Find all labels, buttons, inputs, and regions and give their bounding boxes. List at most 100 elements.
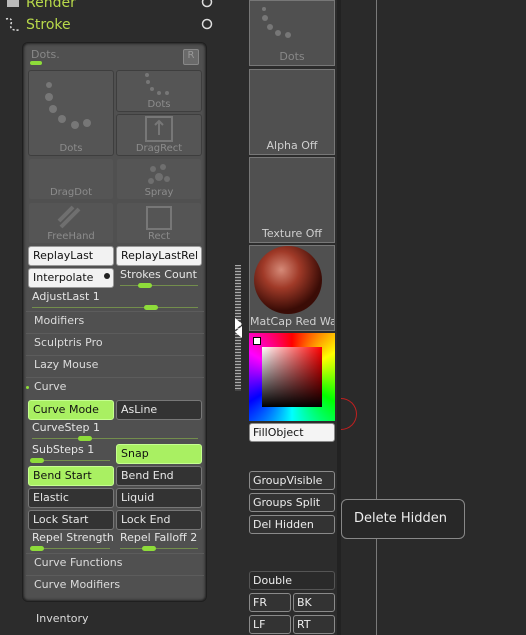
refresh-icon[interactable] (200, 17, 216, 33)
tile-caption: Alpha Off (266, 139, 318, 152)
bend-end-button[interactable]: Bend End (116, 466, 202, 486)
slider-knob[interactable] (78, 436, 92, 441)
tile-caption: FreeHand (47, 231, 95, 242)
del-hidden-button[interactable]: Del Hidden (249, 515, 335, 534)
sub-steps-label: SubSteps 1 (32, 443, 95, 456)
bk-button[interactable]: BK (293, 593, 335, 612)
r-button[interactable]: R (183, 49, 199, 65)
stroke-tile-dots[interactable]: Dots (28, 70, 114, 156)
active-dot-icon (26, 386, 29, 389)
stroke-tile-dots-small[interactable]: Dots (116, 70, 202, 112)
stroke-tile-rect[interactable]: Rect (116, 202, 202, 244)
curve-functions-subpalette[interactable]: Curve Functions (26, 553, 204, 573)
color-picker[interactable] (249, 333, 335, 421)
slider-track (32, 438, 198, 439)
curve-step-slider[interactable]: CurveStep 1 (28, 421, 202, 441)
slider-track (32, 307, 198, 308)
double-button[interactable]: Double (249, 571, 335, 590)
replay-last-rel-button[interactable]: ReplayLastRel (116, 246, 202, 266)
stroke-panel: Dots. R Dots Dots DragRect DragDot Spray… (22, 42, 207, 602)
stroke-label: Stroke (26, 17, 71, 33)
alpha-thumbnail[interactable]: Alpha Off (249, 69, 335, 155)
lazy-mouse-subpalette[interactable]: Lazy Mouse (26, 355, 204, 375)
strokes-count-label: Strokes Count (120, 268, 197, 281)
repel-strength-label: Repel Strength (32, 531, 114, 544)
tile-caption: Rect (147, 231, 171, 242)
saturation-square[interactable] (262, 347, 322, 407)
tile-caption: DragDot (49, 187, 93, 198)
rt-button[interactable]: RT (293, 615, 335, 634)
lf-button[interactable]: LF (249, 615, 291, 634)
slider-knob[interactable] (138, 283, 152, 288)
stroke-header[interactable]: Stroke (0, 14, 222, 36)
canvas-area[interactable] (341, 0, 526, 635)
interpolate-label: Interpolate (33, 271, 94, 284)
dragrect-icon (145, 116, 173, 142)
color-swatch-icon (253, 337, 261, 345)
curve-modifiers-subpalette[interactable]: Curve Modifiers (26, 575, 204, 595)
curve-label: Curve (34, 380, 67, 393)
material-thumbnail[interactable]: MatCap Red Wax (249, 245, 335, 331)
lock-end-button[interactable]: Lock End (116, 510, 202, 530)
replay-last-button[interactable]: ReplayLast (28, 246, 114, 266)
collapse-left-arrow-icon[interactable] (235, 326, 242, 338)
stroke-tile-freehand[interactable]: FreeHand (28, 202, 114, 244)
slider-knob[interactable] (30, 546, 44, 551)
fill-object-button[interactable]: FillObject (249, 423, 335, 442)
bend-start-button[interactable]: Bend Start (28, 466, 114, 486)
stroke-tile-dragrect[interactable]: DragRect (116, 114, 202, 156)
canvas-edge-line (376, 0, 377, 635)
render-icon (2, 0, 24, 13)
sculptris-pro-subpalette[interactable]: Sculptris Pro (26, 333, 204, 353)
slider-track (120, 548, 198, 549)
slider-knob[interactable] (144, 305, 158, 310)
sub-steps-slider[interactable]: SubSteps 1 (28, 443, 114, 463)
adjust-last-slider[interactable]: AdjustLast 1 (28, 290, 202, 310)
dots-title: Dots. (31, 48, 60, 61)
repel-falloff-label: Repel Falloff 2 (120, 531, 198, 544)
spray-icon (148, 164, 170, 184)
dots-slider-knob[interactable] (30, 61, 42, 65)
tile-caption: Dots (147, 99, 171, 110)
strokes-count-slider[interactable]: Strokes Count (116, 268, 202, 288)
dots-preview-icon (45, 82, 91, 129)
group-visible-button[interactable]: GroupVisible (249, 471, 335, 490)
elastic-button[interactable]: Elastic (28, 488, 114, 508)
as-line-button[interactable]: AsLine (116, 400, 202, 420)
tile-caption: MatCap Red Wax (250, 315, 334, 328)
stroke-tile-dragdot[interactable]: DragDot (28, 158, 114, 200)
interpolate-toggle[interactable]: Interpolate (28, 268, 114, 288)
refresh-icon[interactable] (200, 0, 216, 11)
stroke-icon (2, 15, 24, 35)
slider-knob[interactable] (142, 546, 156, 551)
tile-caption: Dots (279, 50, 305, 63)
toggle-dot-icon (104, 273, 110, 279)
dots-thumbnail-icon (262, 7, 291, 38)
stroke-tile-spray[interactable]: Spray (116, 158, 202, 200)
tooltip: Delete Hidden (341, 499, 465, 539)
adjust-last-label: AdjustLast 1 (32, 290, 100, 303)
tile-caption: DragRect (135, 143, 183, 154)
render-label: Render (26, 0, 76, 11)
modifiers-subpalette[interactable]: Modifiers (26, 311, 204, 331)
repel-strength-slider[interactable]: Repel Strength (28, 531, 114, 551)
liquid-button[interactable]: Liquid (116, 488, 202, 508)
slider-track (120, 285, 198, 286)
lock-start-button[interactable]: Lock Start (28, 510, 114, 530)
curve-mode-button[interactable]: Curve Mode (28, 400, 114, 420)
render-header[interactable]: Render (0, 0, 222, 14)
matcap-sphere-icon (254, 246, 322, 314)
texture-thumbnail[interactable]: Texture Off (249, 157, 335, 243)
slider-knob[interactable] (30, 458, 44, 463)
curve-subpalette[interactable]: Curve (26, 377, 204, 397)
stroke-thumbnail[interactable]: Dots (249, 0, 335, 66)
snap-button[interactable]: Snap (116, 444, 202, 464)
rect-icon (146, 206, 172, 230)
inventory-subpalette[interactable]: Inventory (36, 612, 89, 625)
tile-caption: Dots (59, 143, 83, 154)
tile-caption: Texture Off (261, 227, 322, 240)
groups-split-button[interactable]: Groups Split (249, 493, 335, 512)
freehand-icon (57, 205, 81, 229)
repel-falloff-slider[interactable]: Repel Falloff 2 (116, 531, 202, 551)
fr-button[interactable]: FR (249, 593, 291, 612)
